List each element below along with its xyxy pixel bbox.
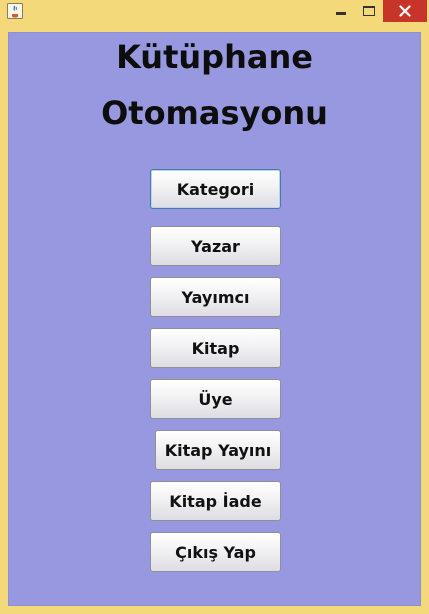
java-icon[interactable]	[7, 3, 23, 19]
maximize-button[interactable]	[355, 0, 383, 22]
page-title-line-1: Kütüphane	[116, 38, 313, 76]
maximize-icon	[363, 6, 375, 16]
yayimci-button[interactable]: Yayımcı	[150, 277, 281, 317]
kitap-yayini-button[interactable]: Kitap Yayını	[155, 430, 281, 470]
kitap-button[interactable]: Kitap	[150, 328, 281, 368]
page-title-line-2: Otomasyonu	[101, 94, 328, 132]
close-icon	[399, 5, 411, 17]
app-window: Kütüphane Otomasyonu Kategori Yazar Yayı…	[0, 0, 429, 614]
title-bar[interactable]	[0, 0, 429, 24]
minimize-button[interactable]	[327, 0, 355, 22]
cikis-yap-button[interactable]: Çıkış Yap	[150, 532, 281, 572]
main-panel: Kütüphane Otomasyonu Kategori Yazar Yayı…	[8, 32, 421, 606]
close-button[interactable]	[383, 0, 427, 22]
kitap-iade-button[interactable]: Kitap İade	[150, 481, 281, 521]
yazar-button[interactable]: Yazar	[150, 226, 281, 266]
minimize-icon	[336, 11, 346, 15]
kategori-button[interactable]: Kategori	[150, 169, 281, 209]
uye-button[interactable]: Üye	[150, 379, 281, 419]
